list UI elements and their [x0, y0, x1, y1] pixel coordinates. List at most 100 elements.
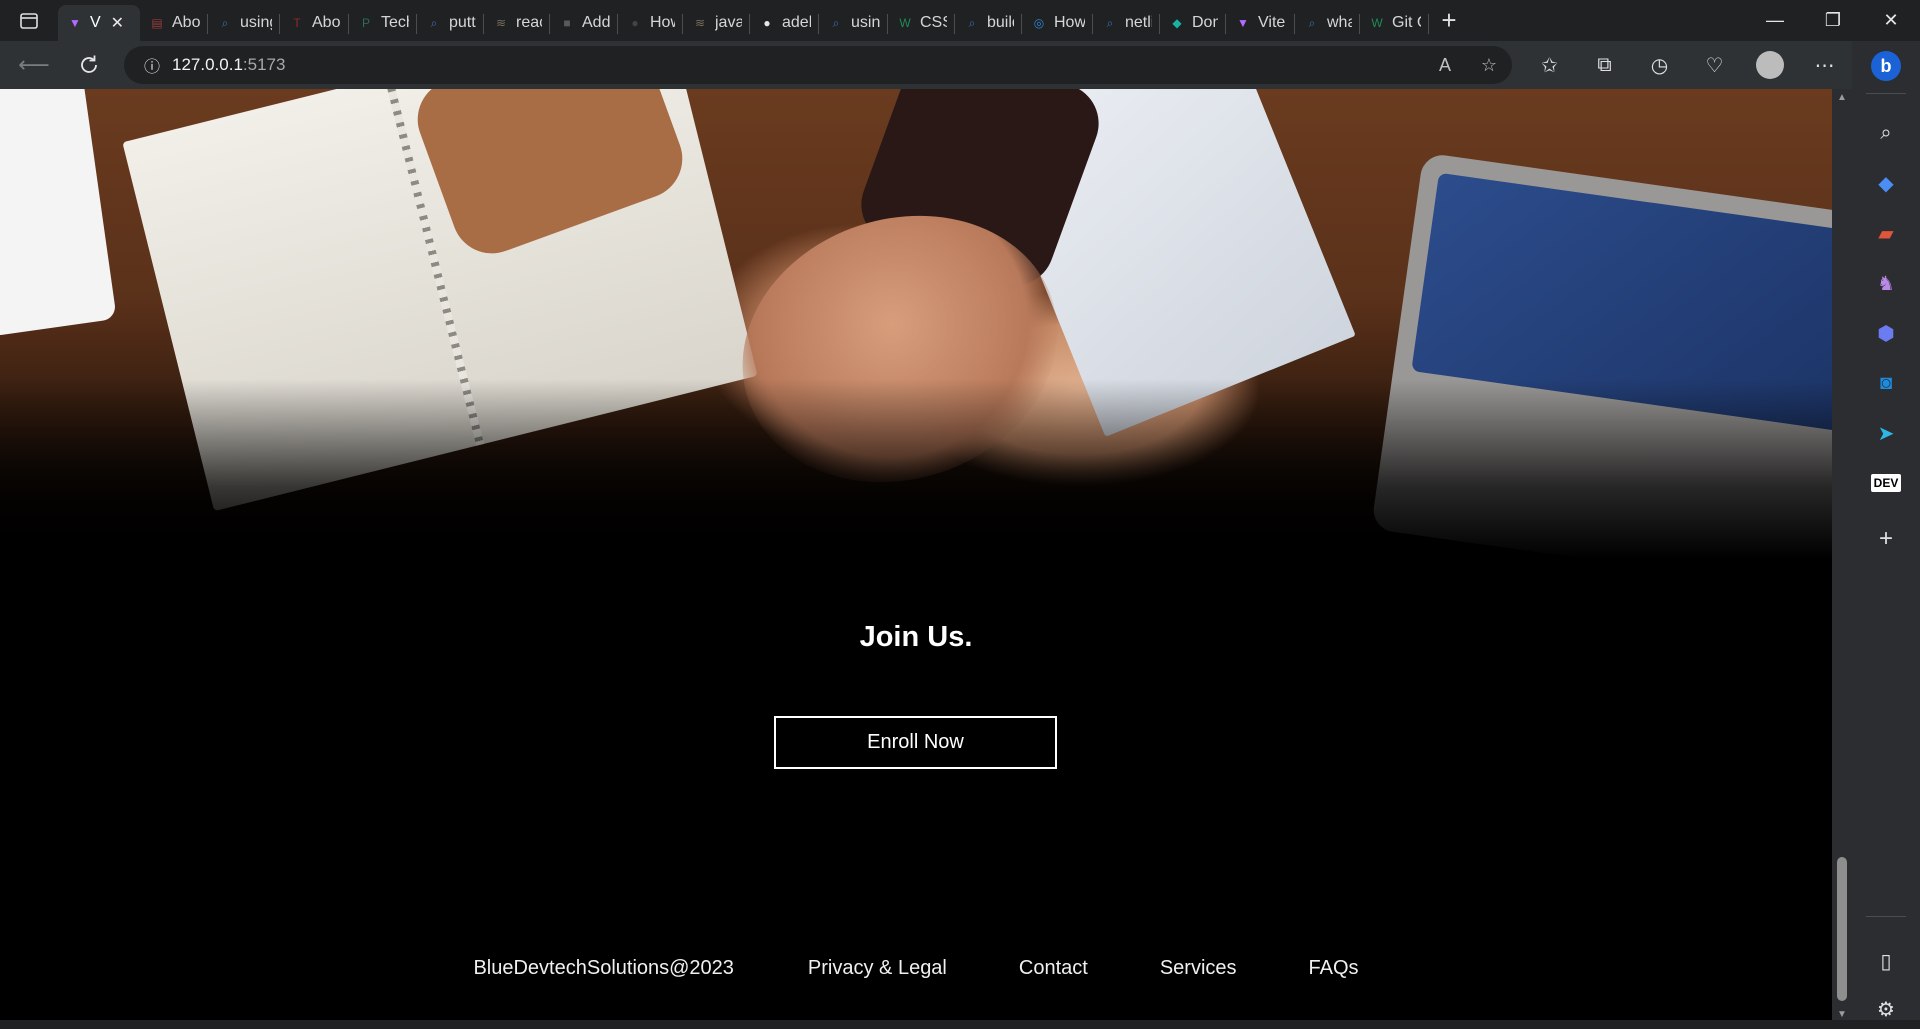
- tab-title: How: [650, 14, 675, 31]
- footer-link-faqs[interactable]: FAQs: [1309, 957, 1359, 980]
- close-tab-icon[interactable]: ✕: [111, 13, 124, 33]
- add-favorite-icon[interactable]: ☆: [1476, 55, 1502, 76]
- browser-tab[interactable]: ▤ Abou: [140, 5, 208, 41]
- profile-avatar[interactable]: [1742, 41, 1797, 89]
- browser-tab[interactable]: ● How: [618, 5, 683, 41]
- tab-favicon-icon: ▼: [69, 16, 81, 30]
- page-scrollbar[interactable]: ▲ ▼: [1832, 89, 1852, 1020]
- scroll-down-arrow-icon[interactable]: ▼: [1837, 1009, 1847, 1020]
- scrollbar-thumb[interactable]: [1837, 857, 1847, 1001]
- close-window-button[interactable]: ✕: [1862, 0, 1920, 41]
- tab-favicon-icon: W: [1371, 16, 1383, 30]
- browser-tab[interactable]: W Git C: [1360, 5, 1429, 41]
- svg-text:b: b: [1881, 56, 1892, 76]
- browser-tab[interactable]: ⌕ netlif: [1093, 5, 1160, 41]
- tab-list: ▼ V ✕ ▤ Abou ⌕ using T Abou P Tech ⌕ puttir ≋ react ■ Ad…: [58, 0, 1429, 41]
- site-info-icon[interactable]: ⓘ: [132, 53, 172, 77]
- toolbox-icon[interactable]: ▰: [1852, 213, 1920, 253]
- add-sidebar-app-icon[interactable]: +: [1852, 519, 1920, 559]
- tab-strip: ▼ V ✕ ▤ Abou ⌕ using T Abou P Tech ⌕ puttir ≋ react ■ Ad…: [0, 0, 1920, 41]
- tab-title: using: [851, 14, 880, 31]
- browser-tab[interactable]: ⌕ using: [819, 5, 888, 41]
- tab-title: puttir: [449, 14, 476, 31]
- tab-favicon-icon: ◎: [1033, 16, 1045, 30]
- history-icon[interactable]: ◷: [1632, 41, 1687, 89]
- bing-copilot-icon[interactable]: b: [1852, 43, 1920, 89]
- microsoft-365-icon[interactable]: ⬢: [1852, 313, 1920, 353]
- url-host: 127.0.0.1: [172, 55, 243, 74]
- new-tab-button[interactable]: +: [1429, 0, 1469, 41]
- tab-favicon-icon: ≋: [694, 16, 706, 30]
- read-aloud-icon[interactable]: A: [1432, 55, 1458, 76]
- scroll-up-arrow-icon[interactable]: ▲: [1837, 92, 1847, 103]
- minimize-button[interactable]: —: [1746, 0, 1804, 41]
- refresh-icon: [81, 55, 97, 73]
- refresh-button[interactable]: [65, 41, 113, 89]
- browser-tab[interactable]: ● adeb: [750, 5, 819, 41]
- address-url[interactable]: 127.0.0.1:5173: [172, 55, 285, 75]
- tab-title: react: [516, 14, 542, 31]
- address-bar-actions: A ☆: [1432, 46, 1502, 84]
- browser-tab[interactable]: ⌕ what: [1295, 5, 1360, 41]
- tab-actions-button[interactable]: [0, 0, 58, 41]
- tab-title: Abou: [172, 14, 200, 31]
- browser-tab[interactable]: ▼ Vite: [1226, 5, 1295, 41]
- tab-title: Dom: [1192, 14, 1218, 31]
- tab-favicon-icon: ⌕: [1106, 15, 1114, 30]
- tab-favicon-icon: ▼: [1237, 16, 1249, 30]
- tab-favicon-icon: ■: [563, 16, 571, 30]
- browser-tab[interactable]: ⌕ using: [208, 5, 280, 41]
- page-viewport: Join Us. Enroll Now BlueDevtechSolutions…: [0, 89, 1832, 1020]
- footer-link-services[interactable]: Services: [1160, 957, 1237, 980]
- site-footer: BlueDevtechSolutions@2023 Privacy & Lega…: [0, 957, 1832, 980]
- tab-title: CSS (: [920, 14, 947, 31]
- dev-icon[interactable]: DEV: [1852, 463, 1920, 503]
- window-controls: — ❐ ✕: [1746, 0, 1920, 41]
- tab-title: How: [1054, 14, 1085, 31]
- drop-icon[interactable]: ➤: [1852, 413, 1920, 453]
- tab-favicon-icon: ⌕: [832, 15, 840, 30]
- restore-button[interactable]: ❐: [1804, 0, 1862, 41]
- tab-favicon-icon: T: [293, 16, 301, 30]
- search-icon[interactable]: ⌕: [1852, 113, 1920, 153]
- favorites-icon[interactable]: ✩: [1522, 41, 1577, 89]
- tab-title: netlif: [1125, 14, 1152, 31]
- browser-tab[interactable]: ◆ Dom: [1160, 5, 1226, 41]
- browser-tab[interactable]: ◎ How: [1022, 5, 1093, 41]
- footer-link-privacy[interactable]: Privacy & Legal: [808, 957, 947, 980]
- more-menu-icon[interactable]: ⋯: [1797, 41, 1852, 89]
- footer-link-contact[interactable]: Contact: [1019, 957, 1088, 980]
- tab-title: Abou: [312, 14, 341, 31]
- tab-favicon-icon: ▤: [151, 16, 163, 30]
- tab-title: using: [240, 14, 272, 31]
- browser-toolbar: ⟵ ⓘ 127.0.0.1:5173 A ☆ ✩ ⧉ ◷ ♡ ⋯: [0, 41, 1852, 89]
- browser-tab[interactable]: T Abou: [280, 5, 349, 41]
- browser-tab[interactable]: ⌕ puttir: [417, 5, 484, 41]
- browser-tab[interactable]: ≋ javas: [683, 5, 750, 41]
- performance-icon[interactable]: ♡: [1687, 41, 1742, 89]
- hide-sidebar-icon[interactable]: ▯: [1852, 941, 1920, 981]
- browser-tab[interactable]: ≋ react: [484, 5, 550, 41]
- tab-favicon-icon: ◆: [1172, 16, 1182, 30]
- tab-title: Add: [582, 14, 610, 31]
- shopping-tag-icon[interactable]: ◆: [1852, 163, 1920, 203]
- collections-icon[interactable]: ⧉: [1577, 41, 1632, 89]
- sidebar-settings-icon[interactable]: ⚙: [1852, 989, 1920, 1029]
- back-button[interactable]: ⟵: [10, 41, 58, 89]
- browser-tab[interactable]: W CSS (: [888, 5, 955, 41]
- tab-title: build: [987, 14, 1014, 31]
- tab-title: what: [1327, 14, 1352, 31]
- browser-tab[interactable]: P Tech: [349, 5, 417, 41]
- browser-tab[interactable]: ⌕ build: [955, 5, 1022, 41]
- tab-title: V: [90, 14, 101, 31]
- tab-favicon-icon: ●: [763, 16, 771, 30]
- browser-tab[interactable]: ▼ V ✕: [58, 5, 140, 41]
- browser-tab[interactable]: ■ Add: [550, 5, 618, 41]
- tab-favicon-icon: P: [361, 16, 370, 30]
- enroll-now-button[interactable]: Enroll Now: [774, 716, 1057, 769]
- games-icon[interactable]: ♞: [1852, 263, 1920, 303]
- outlook-icon[interactable]: ◙: [1852, 363, 1920, 403]
- address-bar[interactable]: ⓘ 127.0.0.1:5173 A ☆: [124, 46, 1512, 84]
- tab-favicon-icon: ⌕: [1308, 15, 1316, 30]
- tab-favicon-icon: ●: [631, 16, 639, 30]
